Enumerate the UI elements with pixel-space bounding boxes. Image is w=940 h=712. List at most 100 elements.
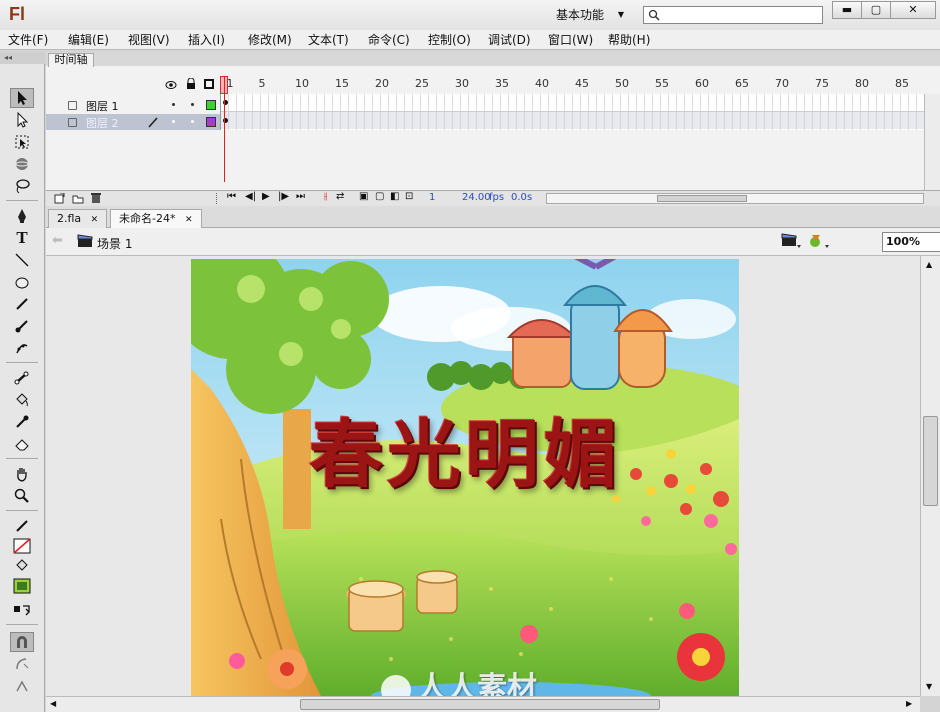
text-tool-icon[interactable]: T <box>10 228 34 248</box>
frame-number: 40 <box>535 77 549 90</box>
zoom-value: 100% <box>886 235 920 248</box>
eraser-tool-icon[interactable] <box>10 434 34 454</box>
menu-help[interactable]: 帮助(H) <box>608 32 650 48</box>
visibility-dot[interactable] <box>172 120 175 123</box>
stage-artwork[interactable]: 春光明媚 人人素材 <box>191 259 739 696</box>
layer-color-swatch[interactable] <box>206 100 216 110</box>
edit-symbols-icon[interactable] <box>808 233 830 252</box>
modify-onion-markers-icon[interactable]: ⊡ <box>405 191 413 202</box>
smooth-icon[interactable] <box>10 654 34 674</box>
fill-swatch-icon[interactable] <box>10 576 34 596</box>
tab-document-1[interactable]: 2.fla ✕ <box>48 209 108 228</box>
menu-commands[interactable]: 命令(C) <box>368 32 410 48</box>
tab-timeline[interactable]: 时间轴 <box>48 53 94 67</box>
brush-tool-icon[interactable] <box>10 316 34 336</box>
deco-tool-icon[interactable] <box>10 338 34 358</box>
menu-edit[interactable]: 编辑(E) <box>68 32 109 48</box>
pencil-tool-icon[interactable] <box>10 294 34 314</box>
scroll-thumb[interactable] <box>923 416 938 506</box>
close-button[interactable]: ✕ <box>890 1 936 19</box>
current-frame-readout[interactable]: 1 <box>429 192 435 203</box>
selection-tool-icon[interactable] <box>10 88 34 108</box>
help-search-input[interactable] <box>643 6 823 24</box>
fill-color-icon[interactable] <box>10 556 34 576</box>
stage-area[interactable]: 春光明媚 人人素材 <box>46 256 920 696</box>
back-arrow-icon[interactable]: ⬅ <box>52 233 63 248</box>
lasso-tool-icon[interactable] <box>10 176 34 196</box>
scroll-right-icon[interactable]: ▶ <box>906 699 912 708</box>
edit-multiple-frames-icon[interactable]: ◧ <box>390 191 399 202</box>
menu-modify[interactable]: 修改(M) <box>248 32 292 48</box>
frame-grid[interactable] <box>220 94 925 130</box>
close-icon[interactable]: ✕ <box>91 215 99 225</box>
scroll-left-icon[interactable]: ◀ <box>50 699 56 708</box>
last-frame-icon[interactable]: ⏭ <box>296 191 305 202</box>
onion-skin-icon[interactable]: ▣ <box>359 191 368 202</box>
snap-to-objects-icon[interactable] <box>10 632 34 652</box>
lock-icon[interactable] <box>186 77 196 92</box>
close-icon[interactable]: ✕ <box>185 215 193 225</box>
tab-document-2[interactable]: 未命名-24* ✕ <box>110 209 202 228</box>
banner-title[interactable]: 春光明媚 <box>191 395 739 502</box>
paint-bucket-tool-icon[interactable] <box>10 390 34 410</box>
subselection-tool-icon[interactable] <box>10 110 34 130</box>
menu-debug[interactable]: 调试(D) <box>488 32 531 48</box>
tools-panel: ◂◂ T <box>0 52 45 712</box>
timeline-vertical-scrollbar[interactable] <box>924 94 940 190</box>
swap-colors-icon[interactable] <box>10 600 34 620</box>
layer-row-selected[interactable]: 图层 2 <box>46 114 220 130</box>
oval-tool-icon[interactable] <box>10 272 34 292</box>
menu-text[interactable]: 文本(T) <box>308 32 349 48</box>
stroke-color-icon[interactable] <box>10 516 34 536</box>
minimize-button[interactable]: ▬ <box>832 1 862 19</box>
layer-color-swatch[interactable] <box>206 117 216 127</box>
stage-horizontal-scrollbar[interactable]: ◀ ▶ <box>46 696 920 712</box>
menu-control[interactable]: 控制(O) <box>428 32 471 48</box>
scene-label[interactable]: 场景 1 <box>97 235 132 252</box>
hand-tool-icon[interactable] <box>10 464 34 484</box>
first-frame-icon[interactable]: ⏮ <box>227 191 236 202</box>
lock-dot[interactable] <box>191 120 194 123</box>
new-folder-icon[interactable] <box>72 193 84 207</box>
frame-ruler[interactable]: 1 5 10 15 20 25 30 35 40 45 50 55 60 65 70 75 80 85 <box>226 76 924 94</box>
3d-rotation-tool-icon[interactable] <box>10 154 34 174</box>
center-frame-icon[interactable]: ⫲ <box>324 191 327 202</box>
outline-icon[interactable] <box>204 79 214 89</box>
menu-view[interactable]: 视图(V) <box>128 32 170 48</box>
pen-tool-icon[interactable] <box>10 206 34 226</box>
scroll-thumb[interactable] <box>300 699 660 710</box>
collapse-icon[interactable]: ◂◂ <box>0 52 45 64</box>
maximize-button[interactable]: ▢ <box>861 1 891 19</box>
scroll-up-icon[interactable]: ▲ <box>926 260 932 269</box>
new-layer-icon[interactable] <box>54 192 65 207</box>
step-back-icon[interactable]: ◀| <box>245 191 256 202</box>
lock-dot[interactable] <box>191 103 194 106</box>
line-tool-icon[interactable] <box>10 250 34 270</box>
step-forward-icon[interactable]: |▶ <box>278 191 289 202</box>
menu-window[interactable]: 窗口(W) <box>548 32 593 48</box>
eyedropper-tool-icon[interactable] <box>10 412 34 432</box>
straighten-icon[interactable] <box>10 676 34 696</box>
workspace-switcher[interactable]: 基本功能 ▼ <box>548 5 630 25</box>
free-transform-tool-icon[interactable] <box>10 132 34 152</box>
zoom-select[interactable]: 100% ▼ <box>882 232 940 252</box>
scroll-down-icon[interactable]: ▼ <box>926 682 932 691</box>
eye-icon[interactable] <box>165 79 177 93</box>
layer-row[interactable]: 图层 1 <box>46 97 220 113</box>
menu-file[interactable]: 文件(F) <box>8 32 48 48</box>
timeline-panel: 时间轴 1 5 10 15 20 25 30 35 40 45 50 55 60 65 70 75 80 85 图… <box>46 52 940 206</box>
play-icon[interactable]: ▶ <box>262 191 270 202</box>
bone-tool-icon[interactable] <box>10 368 34 388</box>
scroll-thumb[interactable] <box>657 195 747 202</box>
timeline-horizontal-scrollbar[interactable] <box>546 193 924 204</box>
zoom-tool-icon[interactable] <box>10 486 34 506</box>
fps-value[interactable]: 24.00 <box>462 192 491 203</box>
menu-insert[interactable]: 插入(I) <box>188 32 225 48</box>
stage-vertical-scrollbar[interactable]: ▲ ▼ <box>920 256 940 696</box>
loop-icon[interactable]: ⇄ <box>336 191 344 202</box>
stroke-swatch-icon[interactable] <box>10 536 34 556</box>
edit-scene-icon[interactable] <box>781 233 801 252</box>
trash-icon[interactable] <box>91 192 101 207</box>
visibility-dot[interactable] <box>172 103 175 106</box>
onion-outlines-icon[interactable]: ▢ <box>375 191 384 202</box>
